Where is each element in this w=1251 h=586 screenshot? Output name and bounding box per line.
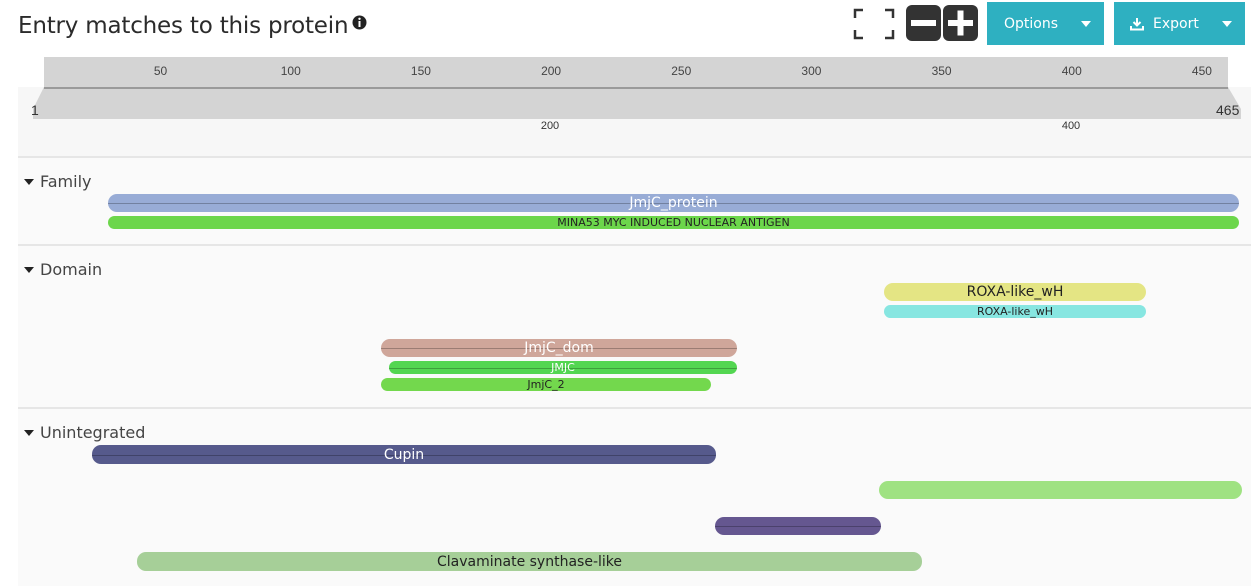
caret-down-icon bbox=[24, 266, 34, 273]
plus-icon bbox=[948, 10, 973, 36]
ruler-tick-label: 400 bbox=[1061, 64, 1082, 78]
track-jmjc-dom[interactable]: JmjC_dom bbox=[381, 339, 737, 357]
ruler-tick-label: 150 bbox=[410, 64, 431, 78]
options-button[interactable]: Options bbox=[987, 2, 1104, 45]
track-roxa-like-wh-member[interactable]: ROXA-like_wH bbox=[884, 305, 1146, 318]
ruler-scale: 50 100 150 200 250 300 350 400 450 bbox=[44, 57, 1228, 87]
track-cupin[interactable]: Cupin bbox=[92, 445, 716, 464]
track-label: MINA53 MYC INDUCED NUCLEAR ANTIGEN bbox=[557, 216, 790, 229]
track-label: Cupin bbox=[383, 446, 425, 463]
section-toggle-family[interactable]: Family bbox=[24, 172, 91, 191]
axis-label: 400 bbox=[1061, 120, 1081, 132]
minus-icon bbox=[911, 20, 936, 26]
track-label: ROXA-like_wH bbox=[976, 305, 1053, 318]
track-unintegrated-purple[interactable] bbox=[715, 517, 881, 535]
section-label: Domain bbox=[40, 260, 103, 279]
zoom-window[interactable] bbox=[33, 87, 1241, 119]
ruler-tick-label: 200 bbox=[541, 64, 562, 78]
chevron-down-icon bbox=[1081, 21, 1091, 27]
ruler-start-label: 1 bbox=[31, 102, 39, 118]
chevron-down-icon bbox=[1222, 21, 1232, 27]
section-toggle-domain[interactable]: Domain bbox=[24, 260, 102, 279]
track-jmjc[interactable]: JMJC bbox=[389, 361, 737, 374]
page-title: Entry matches to this protein bbox=[18, 13, 349, 39]
track-label: JMJC bbox=[551, 361, 575, 374]
axis-label: 200 bbox=[540, 120, 560, 132]
export-button[interactable]: Export bbox=[1114, 2, 1245, 45]
track-label: JmjC_2 bbox=[527, 378, 565, 391]
track-label: Clavaminate synthase-like bbox=[437, 553, 622, 570]
track-roxa-like-wh[interactable]: ROXA-like_wH bbox=[884, 283, 1146, 301]
track-jmjc-protein[interactable]: JmjC_protein bbox=[108, 194, 1239, 212]
ruler-tick-label: 450 bbox=[1191, 64, 1212, 78]
section-label: Family bbox=[40, 172, 92, 191]
section-unintegrated: Unintegrated Cupin Clavaminate synthase-… bbox=[18, 407, 1251, 586]
ruler-tick-label: 350 bbox=[931, 64, 952, 78]
download-icon bbox=[1130, 18, 1144, 31]
section-toggle-unintegrated[interactable]: Unintegrated bbox=[24, 423, 145, 442]
ruler-tick-label: 50 bbox=[153, 64, 168, 78]
export-label: Export bbox=[1153, 15, 1199, 32]
track-label: JmjC_protein bbox=[629, 195, 718, 211]
info-icon[interactable] bbox=[352, 15, 367, 30]
section-family: Family JmjC_protein MINA53 MYC INDUCED N… bbox=[18, 156, 1251, 246]
fullscreen-icon[interactable] bbox=[853, 8, 895, 40]
track-jmjc-2[interactable]: JmjC_2 bbox=[381, 378, 711, 391]
zoom-out-button[interactable] bbox=[906, 5, 941, 41]
options-label: Options bbox=[1004, 15, 1059, 32]
ruler-tick-label: 300 bbox=[801, 64, 822, 78]
section-domain: Domain ROXA-like_wH ROXA-like_wH JmjC_do… bbox=[18, 244, 1251, 409]
ruler-tick-label: 250 bbox=[671, 64, 692, 78]
track-clavaminate-synthase-like[interactable]: Clavaminate synthase-like bbox=[137, 552, 922, 571]
track-mina53[interactable]: MINA53 MYC INDUCED NUCLEAR ANTIGEN bbox=[108, 216, 1239, 229]
caret-down-icon bbox=[24, 178, 34, 185]
zoom-in-button[interactable] bbox=[943, 5, 978, 41]
ruler-tick-label: 100 bbox=[280, 64, 301, 78]
caret-down-icon bbox=[24, 429, 34, 436]
section-label: Unintegrated bbox=[40, 423, 146, 442]
track-unintegrated-green[interactable] bbox=[879, 481, 1242, 499]
ruler-end-label: 465 bbox=[1216, 102, 1240, 118]
track-label: ROXA-like_wH bbox=[966, 284, 1064, 300]
track-label: JmjC_dom bbox=[524, 340, 594, 356]
